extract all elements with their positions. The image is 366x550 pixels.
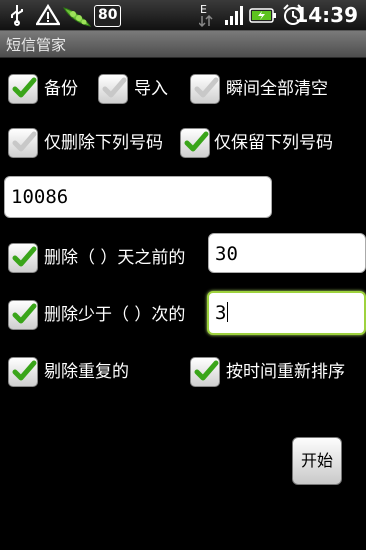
delete-days-label: 删除（ ）天之前的 — [44, 248, 186, 268]
import-checkbox[interactable] — [98, 74, 128, 104]
svg-text:E: E — [200, 3, 207, 16]
clock: 14:39 — [294, 3, 358, 27]
status-bar: 80 E 14:39 — [0, 0, 366, 31]
delete-only-label: 仅删除下列号码 — [44, 133, 163, 153]
backup-label: 备份 — [44, 79, 78, 99]
delete-fewer-label: 删除少于（ ）次的 — [44, 305, 186, 325]
delete-only-checkbox[interactable] — [8, 128, 38, 158]
clear-all-label: 瞬间全部清空 — [226, 79, 328, 99]
remove-duplicates-label: 剔除重复的 — [44, 362, 129, 382]
import-label: 导入 — [134, 79, 168, 99]
phone-number-input[interactable]: 10086 — [4, 176, 272, 218]
start-button[interactable]: 开始 — [292, 437, 342, 485]
count-input[interactable]: 3 — [207, 291, 366, 335]
pea-pod-icon — [62, 2, 92, 27]
keep-only-checkbox[interactable] — [180, 128, 210, 158]
app-title: 短信管家 — [6, 36, 67, 54]
resort-by-time-checkbox[interactable] — [190, 357, 220, 387]
data-transfer-icon: E — [198, 2, 213, 28]
days-input[interactable]: 30 — [208, 233, 366, 273]
remove-duplicates-checkbox[interactable] — [8, 357, 38, 387]
signal-icon — [224, 4, 244, 26]
notification-count-badge: 80 — [94, 5, 122, 27]
warning-icon — [35, 3, 61, 26]
backup-checkbox[interactable] — [8, 74, 38, 104]
delete-fewer-checkbox[interactable] — [8, 300, 38, 330]
resort-by-time-label: 按时间重新排序 — [226, 362, 345, 382]
battery-icon — [249, 4, 277, 26]
usb-icon — [8, 4, 26, 26]
delete-days-checkbox[interactable] — [8, 243, 38, 273]
text-caret — [227, 302, 229, 322]
count-input-value: 3 — [215, 302, 227, 324]
clear-all-checkbox[interactable] — [190, 74, 220, 104]
app-title-bar: 短信管家 — [0, 31, 366, 58]
keep-only-label: 仅保留下列号码 — [214, 133, 333, 153]
